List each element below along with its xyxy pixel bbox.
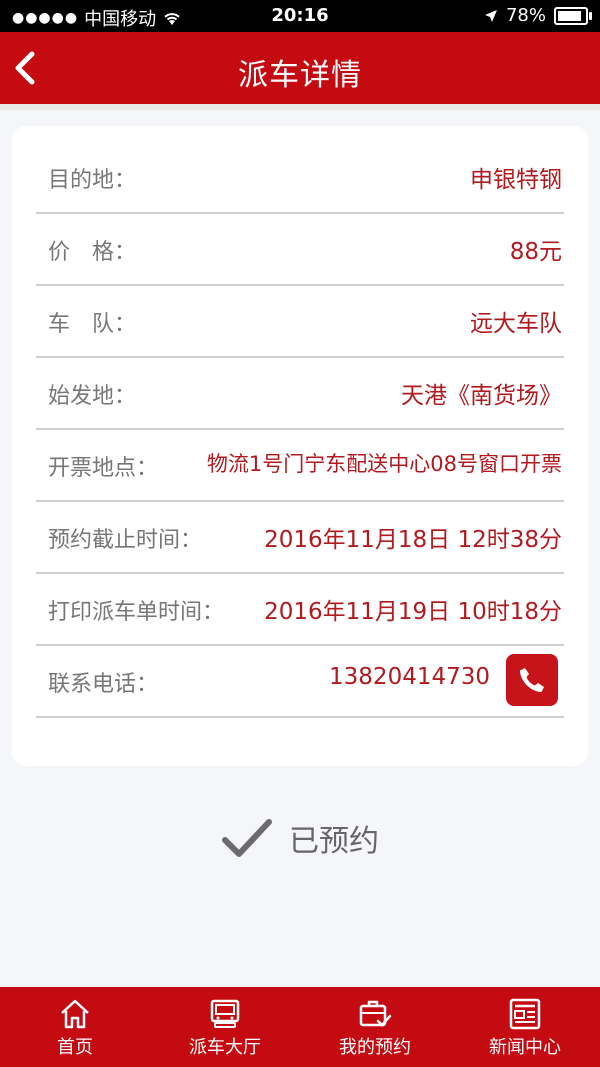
detail-label: 打印派车单时间： (48, 600, 225, 625)
detail-row-price: 价 格： 88元 (36, 212, 564, 286)
tab-dispatch-hall[interactable]: 派车大厅 (150, 987, 300, 1067)
checkmark-icon (222, 819, 272, 857)
detail-value: 天港《南货场》 (401, 383, 562, 409)
detail-row-origin: 始发地： 天港《南货场》 (36, 356, 564, 430)
location-arrow-icon (484, 9, 497, 22)
battery-icon (554, 6, 592, 25)
nav-header: 派车详情 (0, 32, 600, 104)
detail-label: 目的地： (48, 168, 137, 193)
detail-value: 远大车队 (470, 311, 562, 337)
status-bar: ●●●●● 中国移动 20:16 78% (0, 0, 600, 32)
detail-label: 开票地点： (48, 456, 159, 481)
tab-my-bookings[interactable]: 我的预约 (300, 987, 450, 1067)
phone-icon (520, 668, 544, 692)
detail-card: 目的地： 申银特钢 价 格： 88元 车 队： 远大车队 始发地： 天港《南货场… (12, 126, 588, 766)
tab-label: 派车大厅 (189, 1037, 261, 1058)
detail-label: 车 队： (48, 312, 137, 337)
tab-bar: 首页 派车大厅 我的预约 新闻中心 (0, 987, 600, 1067)
reserved-label: 已预约 (289, 824, 379, 859)
tab-news-center[interactable]: 新闻中心 (450, 987, 600, 1067)
detail-value: 2016年11月19日 10时18分 (264, 599, 562, 625)
battery-level (558, 10, 582, 21)
tab-home[interactable]: 首页 (0, 987, 150, 1067)
detail-row-invoice-location: 开票地点： 物流1号门宁东配送中心08号窗口开票 (36, 428, 564, 502)
detail-value: 88元 (509, 239, 562, 265)
detail-row-print-time: 打印派车单时间： 2016年11月19日 10时18分 (36, 572, 564, 646)
truck-icon (210, 999, 240, 1028)
detail-label: 联系电话： (48, 672, 159, 697)
detail-label: 价 格： (48, 240, 137, 265)
detail-label: 预约截止时间： (48, 528, 203, 553)
detail-row-phone: 联系电话： 13820414730 (36, 644, 564, 718)
tab-label: 我的预约 (339, 1037, 411, 1058)
page-title: 派车详情 (238, 58, 362, 93)
status-right: 78% (484, 5, 592, 26)
briefcase-check-icon (359, 1000, 392, 1027)
tab-label: 首页 (57, 1037, 93, 1058)
battery-percent: 78% (505, 5, 546, 26)
detail-row-booking-deadline: 预约截止时间： 2016年11月18日 12时38分 (36, 500, 564, 574)
call-button[interactable] (506, 654, 558, 706)
detail-value: 2016年11月18日 12时38分 (264, 527, 562, 553)
detail-value: 申银特钢 (470, 167, 562, 193)
detail-row-destination: 目的地： 申银特钢 (36, 140, 564, 214)
phone-number[interactable]: 13820414730 (329, 664, 490, 690)
header-divider (0, 104, 600, 110)
detail-value: 物流1号门宁东配送中心08号窗口开票 (206, 452, 562, 476)
reserved-status: 已预约 (0, 808, 600, 868)
home-icon (61, 999, 89, 1029)
detail-label: 始发地： (48, 384, 137, 409)
detail-row-fleet: 车 队： 远大车队 (36, 284, 564, 358)
tab-label: 新闻中心 (489, 1037, 561, 1058)
newspaper-icon (509, 998, 541, 1030)
